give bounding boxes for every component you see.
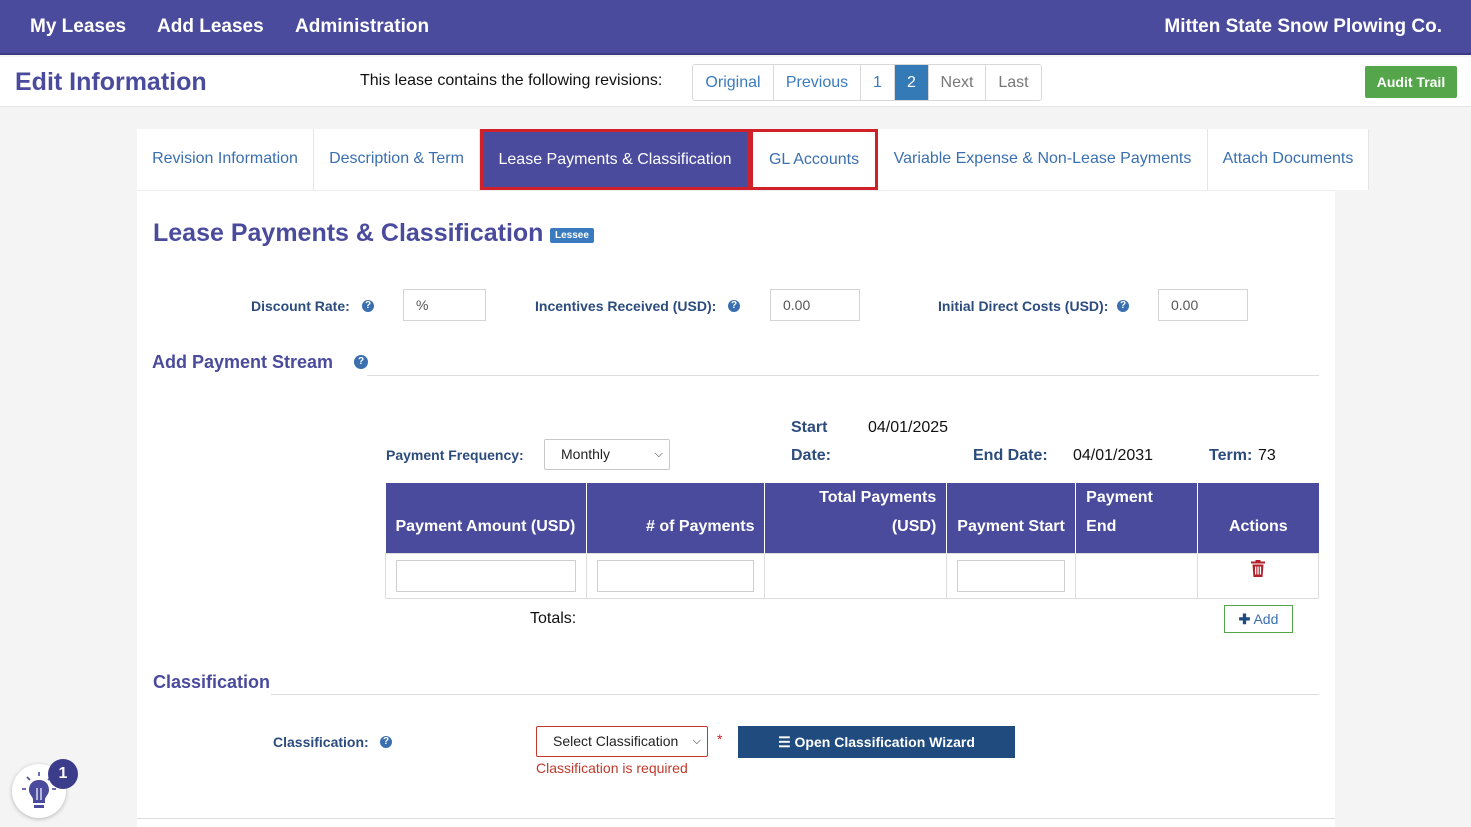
- plus-icon: ✚: [1238, 611, 1251, 627]
- add-payment-button[interactable]: ✚ Add: [1224, 605, 1293, 633]
- top-navbar: My Leases Add Leases Administration Mitt…: [0, 0, 1471, 55]
- payment-frequency-label: Payment Frequency:: [386, 447, 524, 463]
- initial-direct-costs-input[interactable]: 0.00: [1158, 289, 1248, 321]
- payment-end-cell: [1075, 553, 1199, 599]
- classification-label: Classification:: [273, 734, 369, 750]
- total-payments-cell: [764, 553, 948, 599]
- incentives-help-icon[interactable]: ?: [728, 300, 740, 312]
- term-label: Term:: [1209, 447, 1253, 464]
- initial-direct-costs-label: Initial Direct Costs (USD):: [938, 298, 1109, 314]
- start-date-label-line2: Date:: [791, 447, 832, 464]
- end-date-label: End Date:: [973, 447, 1048, 464]
- payment-stream-heading: Add Payment Stream: [152, 352, 334, 372]
- classification-select-value: Select Classification: [553, 733, 679, 749]
- classification-error: Classification is required: [536, 760, 688, 776]
- tab-gl-accounts[interactable]: GL Accounts: [750, 129, 878, 190]
- trash-icon[interactable]: [1251, 560, 1266, 577]
- chevron-down-icon: ⌵: [654, 448, 663, 460]
- start-date-label-line1: Start: [791, 419, 828, 436]
- tab-attach-documents[interactable]: Attach Documents: [1208, 129, 1369, 190]
- col-payment-amount: Payment Amount (USD): [385, 483, 587, 554]
- pager-original[interactable]: Original: [693, 65, 774, 100]
- num-payments-input[interactable]: [596, 560, 755, 592]
- pager-next[interactable]: Next: [929, 65, 986, 100]
- col-total-payments: Total Payments (USD): [764, 483, 948, 554]
- wizard-button-label: Open Classification Wizard: [794, 734, 975, 750]
- idc-help-icon[interactable]: ?: [1117, 300, 1129, 312]
- start-date-value: 04/01/2025: [868, 419, 949, 436]
- discount-rate-label: Discount Rate:: [251, 298, 350, 314]
- tab-description-term[interactable]: Description & Term: [314, 129, 480, 190]
- discount-rate-input[interactable]: %: [403, 289, 486, 321]
- term-value: 73: [1258, 447, 1276, 464]
- nav-administration[interactable]: Administration: [295, 16, 429, 38]
- add-payment-label: Add: [1253, 611, 1279, 627]
- payment-start-cell: [946, 553, 1077, 599]
- pager-1[interactable]: 1: [861, 65, 895, 100]
- payment-stream-table: Payment Amount (USD) # of Payments Total…: [385, 483, 1319, 599]
- num-payments-cell: [585, 553, 766, 599]
- payment-amount-input[interactable]: [396, 560, 576, 592]
- discount-help-icon[interactable]: ?: [362, 300, 374, 312]
- tab-revision-information[interactable]: Revision Information: [137, 129, 314, 190]
- table-row: [385, 553, 1319, 599]
- classification-heading: Classification: [153, 672, 271, 692]
- col-actions: Actions: [1197, 483, 1319, 554]
- classification-divider: [271, 694, 1319, 695]
- chevron-down-icon: ⌵: [692, 735, 701, 747]
- open-classification-wizard-button[interactable]: ☰ Open Classification Wizard: [738, 726, 1015, 758]
- pager-previous[interactable]: Previous: [774, 65, 861, 100]
- payment-start-input[interactable]: [957, 560, 1066, 592]
- lessee-badge: Lessee: [550, 228, 594, 243]
- totals-label: Totals:: [530, 610, 577, 627]
- audit-trail-button[interactable]: Audit Trail: [1365, 66, 1457, 98]
- pager-2[interactable]: 2: [895, 65, 929, 100]
- tab-variable-expense[interactable]: Variable Expense & Non-Lease Payments: [878, 129, 1208, 190]
- payment-amount-cell: [385, 553, 587, 599]
- incentives-label: Incentives Received (USD):: [535, 298, 717, 314]
- actions-cell: [1197, 553, 1319, 599]
- tab-bar: Revision Information Description & Term …: [137, 129, 1369, 190]
- panel-bottom-divider: [137, 818, 1335, 819]
- revisions-text: This lease contains the following revisi…: [360, 72, 663, 89]
- required-asterisk: *: [717, 731, 723, 747]
- page-header: Edit Information This lease contains the…: [0, 57, 1471, 107]
- col-num-payments: # of Payments: [586, 483, 766, 554]
- tab-lease-payments-classification[interactable]: Lease Payments & Classification: [480, 129, 750, 190]
- nav-add-leases[interactable]: Add Leases: [157, 16, 264, 38]
- payment-stream-divider: [367, 375, 1319, 376]
- col-payment-end: Payment End: [1075, 483, 1199, 554]
- classification-select[interactable]: Select Classification ⌵: [536, 726, 708, 757]
- col-payment-start: Payment Start: [946, 483, 1077, 554]
- payment-frequency-value: Monthly: [561, 446, 611, 462]
- payment-stream-help-icon[interactable]: ?: [354, 355, 368, 369]
- revision-pager: Original Previous 1 2 Next Last: [692, 64, 1042, 101]
- incentives-input[interactable]: 0.00: [770, 289, 860, 321]
- payment-frequency-select[interactable]: Monthly ⌵: [544, 439, 670, 470]
- notification-count: 1: [48, 759, 78, 789]
- list-icon: ☰: [778, 734, 791, 750]
- classification-help-icon[interactable]: ?: [380, 736, 392, 748]
- company-name: Mitten State Snow Plowing Co.: [1164, 16, 1442, 37]
- content-panel: Lease Payments & Classification Lessee D…: [137, 190, 1335, 827]
- end-date-value: 04/01/2031: [1073, 447, 1154, 464]
- page-title: Edit Information: [15, 68, 207, 96]
- nav-my-leases[interactable]: My Leases: [30, 16, 126, 38]
- pager-last[interactable]: Last: [986, 65, 1041, 100]
- section-title: Lease Payments & Classification: [153, 219, 544, 247]
